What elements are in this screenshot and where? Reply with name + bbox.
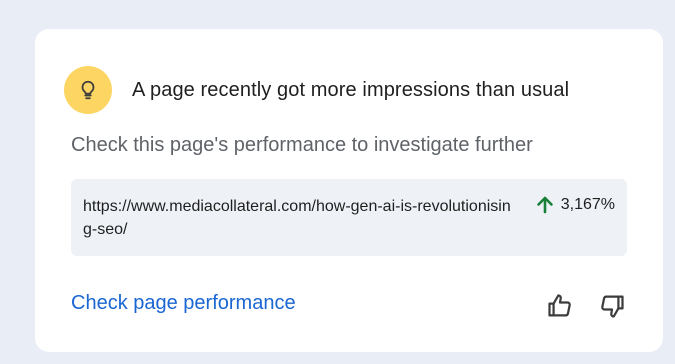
card-header: A page recently got more impressions tha… — [64, 66, 569, 114]
page-url-box: https://www.mediacollateral.com/how-gen-… — [71, 179, 627, 256]
arrow-up-icon — [536, 196, 553, 214]
page-url: https://www.mediacollateral.com/how-gen-… — [83, 198, 511, 238]
insight-card: A page recently got more impressions tha… — [35, 29, 663, 352]
change-value: 3,167% — [560, 196, 615, 213]
lightbulb-icon — [64, 66, 112, 114]
thumb-up-icon — [548, 294, 571, 317]
thumb-up-button[interactable] — [543, 289, 577, 323]
card-title: A page recently got more impressions tha… — [132, 78, 570, 101]
check-page-performance-link[interactable]: Check page performance — [71, 292, 296, 315]
impressions-change: 3,167% — [535, 195, 615, 215]
card-subtitle: Check this page's performance to investi… — [71, 134, 533, 156]
thumb-down-button[interactable] — [595, 289, 629, 323]
thumb-down-icon — [601, 295, 624, 318]
